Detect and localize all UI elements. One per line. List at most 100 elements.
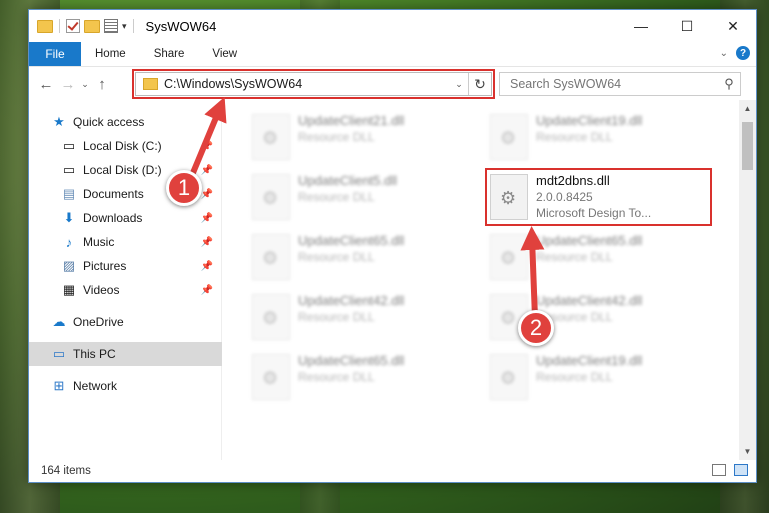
- dll-file-icon: [252, 354, 290, 400]
- large-icons-view-icon[interactable]: [734, 464, 748, 476]
- back-icon[interactable]: ←: [35, 76, 57, 93]
- folder-icon[interactable]: [37, 19, 53, 33]
- vertical-scrollbar[interactable]: ▲ ▼: [739, 100, 756, 460]
- quick-access-toolbar: ▾: [37, 19, 136, 33]
- tab-share[interactable]: Share: [140, 42, 199, 66]
- file-item[interactable]: UpdateClient65.dll Resource DLL: [250, 352, 460, 402]
- dll-file-icon: [490, 234, 528, 280]
- address-path[interactable]: C:\Windows\SysWOW64: [164, 77, 450, 91]
- file-item-mdt2dbns[interactable]: mdt2dbns.dll 2.0.0.8425 Microsoft Design…: [488, 172, 703, 222]
- new-folder-icon[interactable]: [84, 19, 100, 33]
- close-button[interactable]: ✕: [710, 10, 756, 42]
- sidebar-item-music[interactable]: ♪ Music 📌: [29, 230, 221, 254]
- maximize-button[interactable]: ☐: [664, 10, 710, 42]
- customize-icon[interactable]: [104, 19, 118, 33]
- pin-icon[interactable]: 📌: [201, 213, 213, 224]
- scroll-up-icon[interactable]: ▲: [739, 100, 756, 117]
- file-name: UpdateClient65.dll: [536, 233, 643, 248]
- recent-locations-icon[interactable]: ⌄: [79, 79, 91, 90]
- dll-file-icon: [490, 114, 528, 160]
- dll-file-icon: [490, 174, 528, 220]
- file-name: UpdateClient42.dll: [536, 293, 643, 308]
- tab-file[interactable]: File: [29, 42, 81, 66]
- scroll-down-icon[interactable]: ▼: [739, 443, 756, 460]
- chevron-down-icon[interactable]: ⌄: [450, 79, 468, 90]
- star-icon: ★: [53, 114, 65, 129]
- pin-icon[interactable]: 📌: [201, 141, 213, 152]
- sidebar-item-quick-access[interactable]: ★ Quick access: [29, 110, 221, 134]
- sidebar-item-downloads[interactable]: ⬇ Downloads 📌: [29, 206, 221, 230]
- sidebar-item-local-disk-c[interactable]: ▭ Local Disk (C:) 📌: [29, 134, 221, 158]
- chevron-down-icon[interactable]: ▾: [122, 21, 127, 32]
- file-item[interactable]: UpdateClient5.dll Resource DLL: [250, 172, 460, 222]
- file-type: Resource DLL: [536, 370, 613, 384]
- sidebar-item-this-pc[interactable]: ▭ This PC: [29, 342, 222, 366]
- sidebar-item-label: Documents: [83, 187, 144, 201]
- divider: [59, 19, 60, 33]
- file-name: UpdateClient5.dll: [298, 173, 398, 188]
- window-title: SysWOW64: [145, 18, 217, 34]
- properties-check-icon[interactable]: [66, 19, 80, 33]
- expand-ribbon-icon[interactable]: ⌄: [720, 48, 728, 59]
- navigation-pane: ★ Quick access ▭ Local Disk (C:) 📌 ▭ Loc…: [29, 100, 222, 460]
- dll-file-icon: [490, 354, 528, 400]
- file-name: UpdateClient65.dll: [298, 233, 405, 248]
- scroll-thumb[interactable]: [742, 122, 753, 170]
- explorer-window: ▾ SysWOW64 — ☐ ✕ File Home Share View ⌄ …: [28, 9, 757, 483]
- drive-icon: ▭: [62, 162, 76, 177]
- file-name: mdt2dbns.dll: [536, 173, 610, 188]
- status-bar: 164 items: [29, 460, 756, 482]
- sidebar-item-videos[interactable]: ▦ Videos 📌: [29, 278, 221, 302]
- main-area: ★ Quick access ▭ Local Disk (C:) 📌 ▭ Loc…: [29, 100, 756, 460]
- file-type: Resource DLL: [536, 130, 613, 144]
- computer-icon: ▭: [52, 346, 66, 361]
- pin-icon[interactable]: 📌: [201, 165, 213, 176]
- file-type: Resource DLL: [298, 130, 375, 144]
- dll-file-icon: [252, 114, 290, 160]
- minimize-button[interactable]: —: [618, 10, 664, 42]
- search-input[interactable]: [500, 76, 718, 92]
- item-count: 164 items: [41, 465, 91, 477]
- file-name: UpdateClient19.dll: [536, 113, 643, 128]
- file-item[interactable]: UpdateClient21.dll Resource DLL: [250, 112, 460, 162]
- file-name: UpdateClient42.dll: [298, 293, 405, 308]
- callout-badge-2: 2: [518, 310, 554, 346]
- file-item[interactable]: UpdateClient65.dll Resource DLL: [250, 232, 460, 282]
- sidebar-item-onedrive[interactable]: ☁ OneDrive: [29, 310, 221, 334]
- file-type: Resource DLL: [298, 370, 375, 384]
- pin-icon[interactable]: 📌: [201, 189, 213, 200]
- view-switcher: [712, 464, 748, 476]
- sidebar-item-label: Local Disk (C:): [83, 139, 162, 153]
- address-bar[interactable]: C:\Windows\SysWOW64 ⌄ ↻: [135, 72, 492, 96]
- music-note-icon: ♪: [65, 234, 73, 250]
- sidebar-item-label: Music: [83, 235, 115, 249]
- file-type: Resource DLL: [298, 310, 375, 324]
- refresh-icon[interactable]: ↻: [468, 73, 491, 95]
- up-icon[interactable]: ↑: [91, 76, 113, 93]
- search-icon[interactable]: ⚲: [718, 76, 740, 92]
- details-view-icon[interactable]: [712, 464, 726, 476]
- window-controls: — ☐ ✕: [618, 10, 756, 42]
- pin-icon[interactable]: 📌: [201, 261, 213, 272]
- sidebar-item-label: This PC: [73, 347, 116, 361]
- file-item[interactable]: UpdateClient19.dll Resource DLL: [488, 352, 698, 402]
- film-icon: ▦: [62, 282, 76, 297]
- search-box[interactable]: ⚲: [499, 72, 741, 96]
- file-name: UpdateClient19.dll: [536, 353, 643, 368]
- file-item[interactable]: UpdateClient65.dll Resource DLL: [488, 232, 698, 282]
- pin-icon[interactable]: 📌: [201, 237, 213, 248]
- file-item[interactable]: UpdateClient19.dll Resource DLL: [488, 112, 698, 162]
- file-name: UpdateClient21.dll: [298, 113, 405, 128]
- sidebar-item-pictures[interactable]: ▨ Pictures 📌: [29, 254, 221, 278]
- download-arrow-icon: ⬇: [63, 210, 75, 225]
- sidebar-item-network[interactable]: ⊞ Network: [29, 374, 221, 398]
- sidebar-item-label: Videos: [83, 283, 120, 297]
- help-icon[interactable]: ?: [736, 46, 750, 60]
- tab-view[interactable]: View: [198, 42, 251, 66]
- tab-home[interactable]: Home: [81, 42, 140, 66]
- file-item[interactable]: UpdateClient42.dll Resource DLL: [250, 292, 460, 342]
- pin-icon[interactable]: 📌: [201, 285, 213, 296]
- file-company: Microsoft Design To...: [536, 206, 652, 220]
- forward-icon[interactable]: →: [57, 76, 79, 93]
- dll-file-icon: [252, 234, 290, 280]
